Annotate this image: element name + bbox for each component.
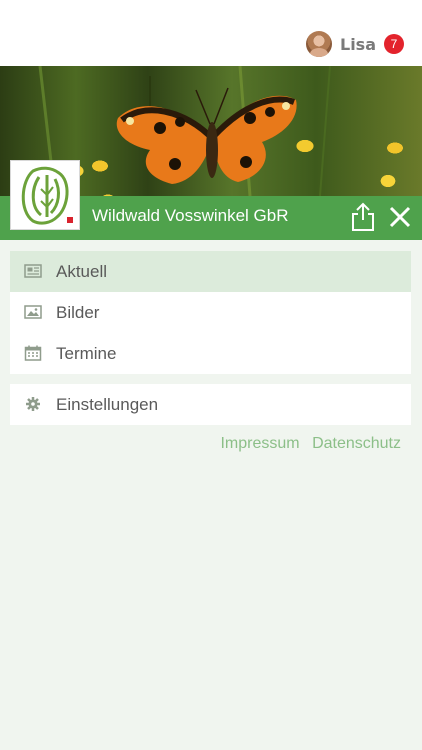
newspaper-icon [24, 264, 42, 278]
main-menu: Aktuell Bilder Termine [10, 251, 411, 374]
impressum-link[interactable]: Impressum [220, 435, 299, 452]
site-logo [10, 160, 80, 230]
logo-mark [21, 166, 73, 225]
user-menu[interactable]: Lisa 7 [306, 30, 404, 58]
share-icon[interactable] [350, 202, 376, 232]
footer-links: Impressum Datenschutz [212, 435, 401, 453]
settings-menu: Einstellungen [10, 384, 411, 425]
site-title: Wildwald Vosswinkel GbR [92, 206, 289, 225]
calendar-icon [24, 345, 42, 361]
gear-icon [26, 397, 40, 411]
menu-item-einstellungen[interactable]: Einstellungen [10, 384, 411, 425]
notification-badge[interactable]: 7 [384, 34, 404, 54]
close-icon[interactable] [388, 204, 412, 230]
menu-item-label: Bilder [56, 302, 100, 322]
menu-item-label: Aktuell [56, 261, 108, 281]
menu-item-label: Termine [56, 343, 117, 363]
image-icon [24, 305, 42, 319]
user-name[interactable]: Lisa [340, 35, 376, 54]
avatar[interactable] [306, 31, 332, 57]
menu-item-termine[interactable]: Termine [10, 333, 411, 374]
menu-item-aktuell[interactable]: Aktuell [10, 251, 411, 292]
menu-item-label: Einstellungen [56, 394, 159, 414]
datenschutz-link[interactable]: Datenschutz [312, 435, 401, 452]
menu-item-bilder[interactable]: Bilder [10, 292, 411, 333]
top-bar: Lisa 7 [0, 0, 422, 66]
